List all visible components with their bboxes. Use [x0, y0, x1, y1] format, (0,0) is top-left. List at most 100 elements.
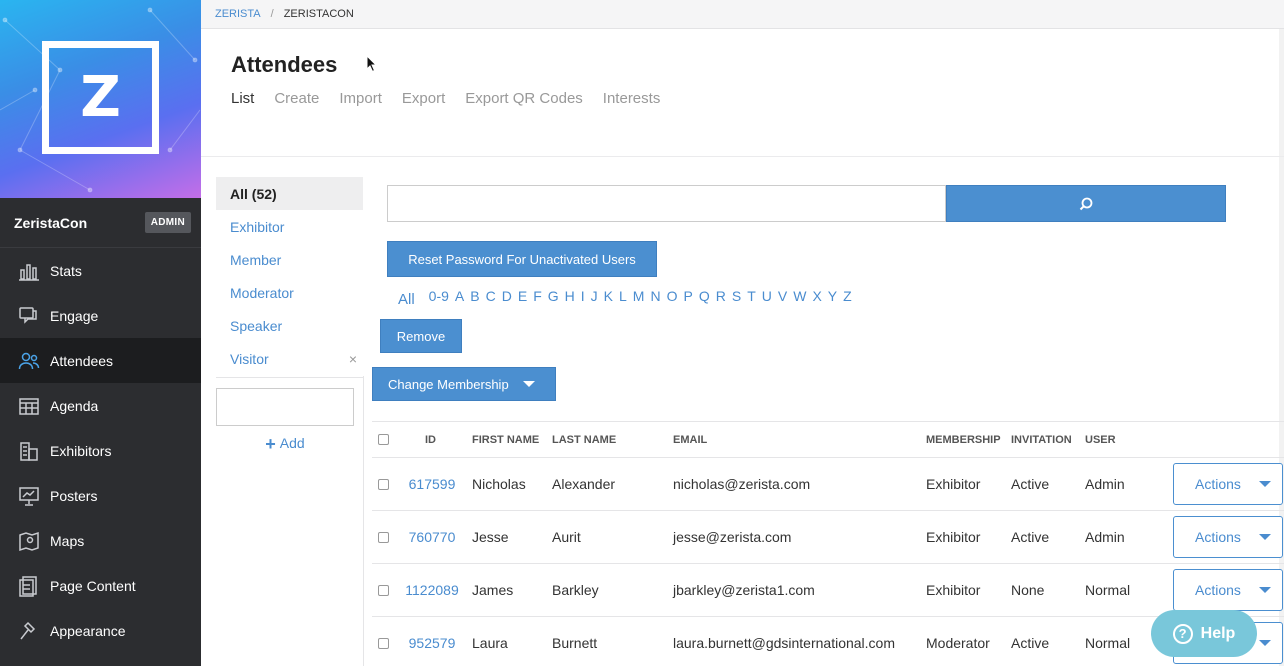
actions-label: Actions: [1195, 476, 1241, 492]
sidebar-item-appearance[interactable]: Appearance: [0, 608, 201, 653]
sidebar-item-page-content[interactable]: Page Content: [0, 563, 201, 608]
sidebar-item-exhibitors[interactable]: Exhibitors: [0, 428, 201, 473]
alpha-letter[interactable]: N: [650, 288, 660, 308]
row-checkbox[interactable]: [378, 584, 389, 596]
alpha-letter[interactable]: Q: [699, 288, 710, 308]
alpha-letter[interactable]: F: [533, 288, 542, 308]
alpha-letter[interactable]: O: [667, 288, 678, 308]
alpha-letter[interactable]: 0-9: [429, 288, 449, 308]
sidebar-item-posters[interactable]: Posters: [0, 473, 201, 518]
alpha-letter[interactable]: I: [581, 288, 585, 308]
col-last-name[interactable]: LAST NAME: [552, 422, 616, 457]
filter-exhibitor[interactable]: Exhibitor: [216, 210, 363, 243]
search-button[interactable]: [946, 185, 1226, 222]
alpha-letter[interactable]: R: [716, 288, 726, 308]
row-checkbox[interactable]: [378, 478, 389, 490]
header-divider: [201, 156, 1284, 157]
tab-export[interactable]: Export: [402, 90, 445, 107]
alpha-letter[interactable]: S: [732, 288, 741, 308]
chevron-down-icon: [1258, 587, 1271, 593]
hammer-icon: [18, 620, 40, 642]
tab-list[interactable]: List: [231, 90, 254, 107]
alpha-letter[interactable]: A: [455, 288, 464, 308]
mouse-cursor-icon: [366, 55, 378, 73]
tab-export-qr-codes[interactable]: Export QR Codes: [465, 90, 583, 107]
alpha-letter[interactable]: H: [565, 288, 575, 308]
reset-password-button[interactable]: Reset Password For Unactivated Users: [387, 241, 657, 277]
filter-visitor[interactable]: Visitor ×: [216, 342, 363, 375]
select-all-checkbox[interactable]: [378, 434, 389, 445]
alpha-letter[interactable]: T: [747, 288, 756, 308]
filter-member[interactable]: Member: [216, 243, 363, 276]
col-user[interactable]: USER: [1085, 422, 1116, 457]
col-invitation[interactable]: INVITATION: [1011, 422, 1072, 457]
tab-create[interactable]: Create: [274, 90, 319, 107]
alpha-letter[interactable]: B: [470, 288, 479, 308]
email: jesse@zerista.com: [673, 529, 792, 545]
add-filter-label: Add: [279, 435, 305, 451]
app-row: ZeristaCon ADMIN: [0, 198, 201, 248]
app-name[interactable]: ZeristaCon: [14, 215, 87, 231]
table-row: 952579 Laura Burnett laura.burnett@gdsinter…: [372, 616, 1284, 669]
add-filter-button[interactable]: + Add: [216, 434, 354, 455]
new-filter-input[interactable]: [216, 388, 354, 426]
pages-icon: [18, 575, 40, 597]
col-email[interactable]: EMAIL: [673, 422, 707, 457]
table-header: ID FIRST NAME LAST NAME EMAIL MEMBERSHIP…: [372, 421, 1284, 457]
row-checkbox[interactable]: [378, 637, 389, 649]
alpha-letter[interactable]: E: [518, 288, 527, 308]
alpha-letter[interactable]: W: [793, 288, 806, 308]
tab-import[interactable]: Import: [339, 90, 382, 107]
sidebar-item-agenda[interactable]: Agenda: [0, 383, 201, 428]
sidebar-item-label: Exhibitors: [50, 442, 112, 459]
change-membership-button[interactable]: Change Membership: [372, 367, 556, 401]
alpha-letter[interactable]: D: [502, 288, 512, 308]
actions-dropdown[interactable]: Actions: [1173, 463, 1283, 505]
sidebar-item-engage[interactable]: Engage: [0, 293, 201, 338]
alpha-letter[interactable]: P: [683, 288, 692, 308]
brand-hero: Z: [0, 0, 201, 198]
filter-speaker[interactable]: Speaker: [216, 309, 363, 342]
alpha-letter[interactable]: C: [486, 288, 496, 308]
first-name: James: [472, 582, 514, 598]
sidebar-item-attendees[interactable]: Attendees: [0, 338, 201, 383]
attendee-id-link[interactable]: 760770: [409, 529, 456, 545]
attendee-id-link[interactable]: 617599: [409, 476, 456, 492]
first-name: Nicholas: [472, 476, 526, 492]
filter-all[interactable]: All (52): [216, 177, 363, 210]
alpha-letter[interactable]: Z: [843, 288, 852, 308]
sidebar-item-stats[interactable]: Stats: [0, 248, 201, 293]
help-button[interactable]: ? Help: [1151, 610, 1257, 657]
attendee-id-link[interactable]: 1122089: [405, 582, 458, 598]
filter-moderator[interactable]: Moderator: [216, 276, 363, 309]
alpha-letter[interactable]: V: [778, 288, 787, 308]
alpha-letter[interactable]: U: [762, 288, 772, 308]
alpha-letter[interactable]: M: [633, 288, 645, 308]
app-logo[interactable]: Z: [42, 41, 159, 154]
calendar-icon: [18, 395, 40, 417]
email: nicholas@zerista.com: [673, 476, 811, 492]
col-id[interactable]: ID: [425, 422, 436, 457]
alpha-letter[interactable]: K: [604, 288, 613, 308]
alpha-all[interactable]: All: [398, 291, 415, 308]
alpha-letter[interactable]: X: [812, 288, 821, 308]
actions-dropdown[interactable]: Actions: [1173, 516, 1283, 558]
alpha-letter[interactable]: L: [619, 288, 627, 308]
remove-filter-icon[interactable]: ×: [349, 351, 357, 367]
remove-button[interactable]: Remove: [380, 319, 462, 353]
col-membership[interactable]: MEMBERSHIP: [926, 422, 1001, 457]
page-title: Attendees: [231, 52, 338, 77]
actions-dropdown[interactable]: Actions: [1173, 569, 1283, 611]
row-checkbox[interactable]: [378, 531, 389, 543]
sidebar-item-maps[interactable]: Maps: [0, 518, 201, 563]
tab-interests[interactable]: Interests: [603, 90, 661, 107]
alpha-letter[interactable]: Y: [828, 288, 837, 308]
filter-label: Visitor: [230, 350, 269, 367]
alpha-letter[interactable]: J: [591, 288, 598, 308]
search-input[interactable]: [387, 185, 946, 222]
breadcrumb-root[interactable]: ZERISTA: [215, 8, 261, 20]
attendee-id-link[interactable]: 952579: [409, 635, 456, 651]
chevron-down-icon: [1258, 534, 1271, 540]
alpha-letter[interactable]: G: [548, 288, 559, 308]
col-first-name[interactable]: FIRST NAME: [472, 422, 539, 457]
